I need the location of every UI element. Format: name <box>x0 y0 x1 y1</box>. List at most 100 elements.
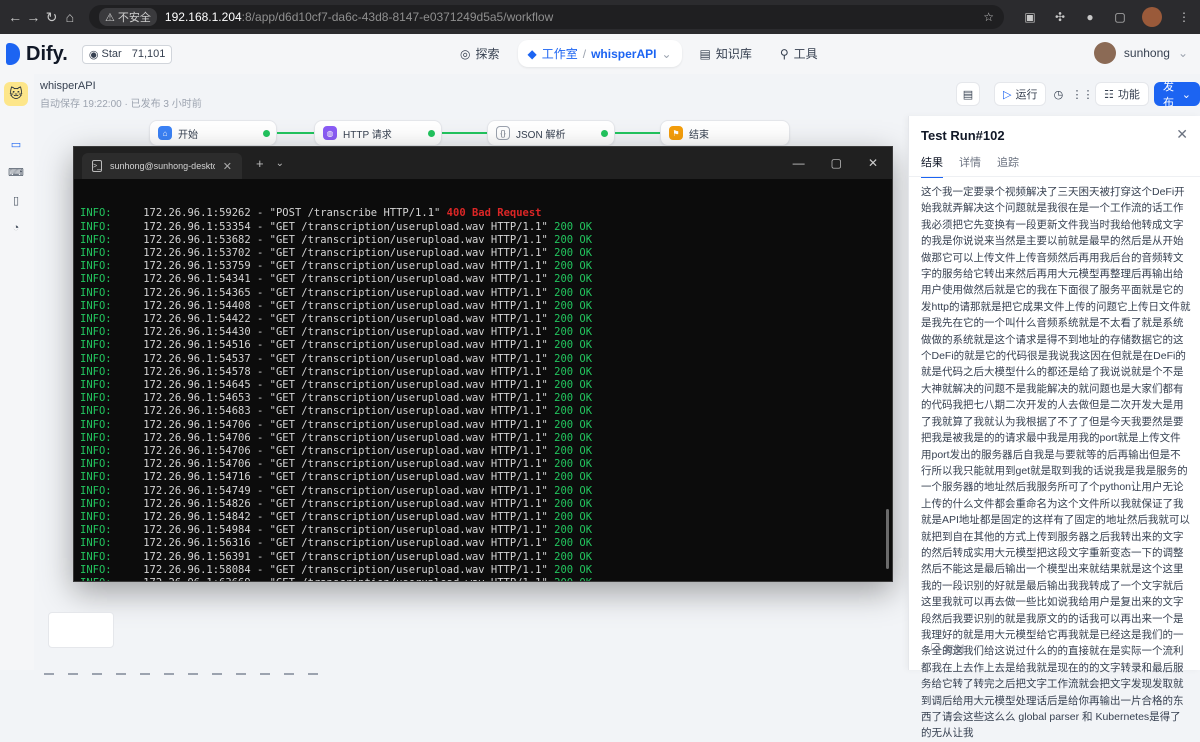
workflow-orchestrate-icon[interactable]: ▭ <box>8 136 24 152</box>
url-host: 192.168.1.204 <box>164 10 242 24</box>
log-level: INFO: <box>80 405 112 418</box>
tab-tracing[interactable]: 追踪 <box>997 154 1019 178</box>
dify-logo[interactable]: Dify. <box>6 43 68 66</box>
publish-button[interactable]: 发布 ⌄ <box>1154 81 1200 109</box>
node-http-request[interactable]: ◍ HTTP 请求 <box>314 120 442 146</box>
compass-icon: ◎ <box>460 46 471 61</box>
new-tab-icon[interactable]: + <box>256 156 264 171</box>
tab-detail[interactable]: 详情 <box>959 154 981 178</box>
log-line: INFO: 172.26.96.1:53354 - "GET /transcri… <box>80 220 593 233</box>
log-address: 172.26.96.1:54842 <box>143 511 251 524</box>
log-level: INFO: <box>80 313 112 326</box>
flag-icon: ⚑ <box>669 126 683 140</box>
log-status: 200 OK <box>554 458 593 471</box>
chevron-down-icon: ⌄ <box>1181 88 1191 101</box>
features-button[interactable]: ☷ 功能 <box>1095 82 1149 106</box>
chevron-down-icon[interactable]: ⌄ <box>276 158 284 169</box>
log-request: "GET /transcription/userupload.wav HTTP/… <box>269 313 548 326</box>
back-icon[interactable]: ← <box>8 6 22 28</box>
extension-icon[interactable]: ▣ <box>1022 9 1038 25</box>
log-request: "GET /transcription/userupload.wav HTTP/… <box>269 365 548 378</box>
nav-knowledge[interactable]: ▤ 知识库 <box>690 40 762 67</box>
user-menu[interactable]: sunhong ⌄ <box>1093 42 1188 64</box>
log-request: "GET /transcription/userupload.wav HTTP/… <box>269 497 548 510</box>
profile-avatar[interactable] <box>1142 7 1162 27</box>
log-level: INFO: <box>80 207 112 220</box>
insecure-badge[interactable]: ⚠ 不安全 <box>99 8 157 26</box>
node-json-parse[interactable]: {} JSON 解析 <box>487 120 615 146</box>
app-name: whisperAPI <box>40 80 96 92</box>
edge <box>442 132 487 134</box>
log-level: INFO: <box>80 524 112 537</box>
close-icon[interactable]: ✕ <box>1176 126 1188 143</box>
user-avatar <box>1093 42 1116 64</box>
node-start[interactable]: ⌂ 开始 <box>149 120 277 146</box>
log-request: "GET /transcription/userupload.wav HTTP/… <box>269 445 548 458</box>
log-request: "GET /transcription/userupload.wav HTTP/… <box>269 339 548 352</box>
log-line: INFO: 172.26.96.1:53702 - "GET /transcri… <box>80 247 593 260</box>
log-request: "GET /transcription/userupload.wav HTTP/… <box>269 524 548 537</box>
studio-icon: ◆ <box>527 46 537 61</box>
publish-toolbar: 发布 ⌄ <box>1154 81 1200 109</box>
sidebar-icon[interactable]: ▢ <box>1112 9 1128 25</box>
app-switcher[interactable]: whisperAPI <box>591 47 656 61</box>
bookmark-star-icon[interactable]: ☆ <box>983 10 994 24</box>
app-avatar-icon[interactable]: 🐱 <box>4 82 28 106</box>
nav-studio[interactable]: ◆ 工作室 / whisperAPI ⌄ <box>517 40 682 67</box>
history-button[interactable]: ◷ <box>1046 82 1070 106</box>
tab-result[interactable]: 结果 <box>921 154 943 178</box>
log-level: INFO: <box>80 577 112 581</box>
puzzle-icon[interactable]: ✣ <box>1052 9 1068 25</box>
log-request: "GET /transcription/userupload.wav HTTP/… <box>269 299 548 312</box>
reload-icon[interactable]: ↻ <box>45 6 59 28</box>
checklist-icon: ⋮⋮ <box>1071 88 1094 101</box>
log-status: 200 OK <box>554 418 593 431</box>
log-status: 200 OK <box>554 247 593 260</box>
env-button[interactable]: ▤ <box>956 82 980 106</box>
nav-tools[interactable]: ⚲ 工具 <box>770 40 828 67</box>
close-tab-icon[interactable]: ✕ <box>223 160 232 173</box>
minimize-icon[interactable]: — <box>793 156 805 170</box>
terminal-scrollbar[interactable] <box>886 509 889 569</box>
nav-explore[interactable]: ◎ 探索 <box>450 40 510 67</box>
terminal-tab[interactable]: >_ sunhong@sunhong-desktop: ~/whi ✕ <box>82 153 242 179</box>
log-request: "GET /transcription/userupload.wav HTTP/… <box>269 550 548 563</box>
node-end[interactable]: ⚑ 结束 <box>660 120 790 146</box>
monitor-icon[interactable]: ◔ <box>8 220 24 236</box>
log-status: 200 OK <box>554 471 593 484</box>
insecure-label: 不安全 <box>117 12 151 24</box>
log-status: 200 OK <box>554 550 593 563</box>
log-address: 172.26.96.1:56316 <box>143 537 251 550</box>
run-tabs: 结果 详情 追踪 <box>921 154 1019 178</box>
log-request: "GET /transcription/userupload.wav HTTP/… <box>269 260 548 273</box>
log-status: 200 OK <box>554 511 593 524</box>
log-address: 172.26.96.1:59262 <box>143 207 251 220</box>
checklist-button[interactable]: ⋮⋮ <box>1070 82 1094 106</box>
log-level: INFO: <box>80 260 112 273</box>
address-bar[interactable]: ⚠ 不安全 192.168.1.204 :8/app/d6d10cf7-da6c… <box>89 5 1004 29</box>
log-status: 200 OK <box>554 286 593 299</box>
logs-icon[interactable]: ▯ <box>8 192 24 208</box>
terminal-output[interactable]: INFO: 172.26.96.1:59262 - "POST /transcr… <box>74 179 892 581</box>
run-button[interactable]: ▷ 运行 <box>994 82 1047 106</box>
github-star-button[interactable]: ◉ Star 71,101 <box>81 44 173 64</box>
terminal-window[interactable]: >_ sunhong@sunhong-desktop: ~/whi ✕ + ⌄ … <box>73 146 893 582</box>
log-line: INFO: 172.26.96.1:54430 - "GET /transcri… <box>80 326 593 339</box>
log-status: 200 OK <box>554 537 593 550</box>
maximize-icon[interactable]: ▢ <box>831 156 842 170</box>
features-label: 功能 <box>1117 89 1140 101</box>
code-icon: {} <box>496 126 510 140</box>
log-address: 172.26.96.1:54749 <box>143 484 251 497</box>
minimap[interactable] <box>48 612 114 648</box>
log-line: INFO: 172.26.96.1:63669 - "GET /transcri… <box>80 577 886 581</box>
api-access-icon[interactable]: ⌨ <box>8 164 24 180</box>
menu-icon[interactable]: ⋮ <box>1176 9 1192 25</box>
github-label: Star <box>101 48 122 60</box>
home-icon[interactable]: ⌂ <box>63 6 77 28</box>
forward-icon[interactable]: → <box>26 6 40 28</box>
log-line: INFO: 172.26.96.1:54341 - "GET /transcri… <box>80 273 593 286</box>
record-icon[interactable]: ● <box>1082 9 1098 25</box>
copy-button[interactable]: ❐ 复制 <box>931 641 964 656</box>
log-level: INFO: <box>80 352 112 365</box>
close-window-icon[interactable]: ✕ <box>868 156 878 170</box>
